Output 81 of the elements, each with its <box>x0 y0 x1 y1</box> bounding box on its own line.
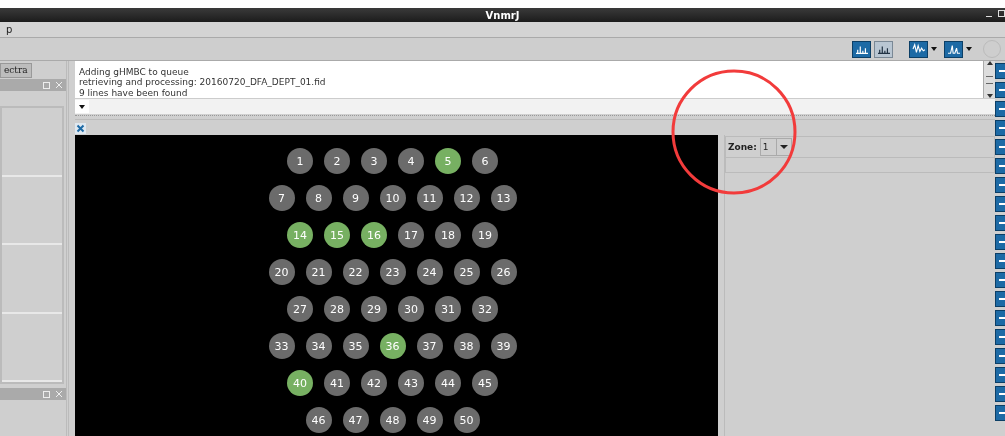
sample-position[interactable]: 3 <box>361 148 387 174</box>
toolbar-icon[interactable] <box>995 215 1005 231</box>
sample-position[interactable]: 45 <box>472 370 498 396</box>
sample-position[interactable]: 11 <box>416 185 443 211</box>
sample-position[interactable]: 7 <box>268 185 295 211</box>
sample-position[interactable]: 24 <box>416 259 443 285</box>
toolbar-icon[interactable] <box>995 234 1005 250</box>
sample-position[interactable]: 27 <box>287 296 313 322</box>
sample-position[interactable]: 23 <box>379 259 406 285</box>
sample-position[interactable]: 8 <box>305 185 332 211</box>
dropdown-icon[interactable] <box>75 100 89 113</box>
command-input-field[interactable] <box>75 98 995 114</box>
sample-position[interactable]: 12 <box>453 185 480 211</box>
sample-position[interactable]: 13 <box>490 185 517 211</box>
sample-position[interactable]: 18 <box>435 222 461 248</box>
sample-position[interactable]: 4 <box>398 148 424 174</box>
sample-position[interactable]: 26 <box>490 259 517 285</box>
sample-position[interactable]: 22 <box>342 259 369 285</box>
console-line: retrieving and processing: 20160720_DFA_DEPT_01.fid <box>79 77 327 88</box>
toolbar-icon[interactable] <box>995 63 1005 79</box>
sample-position[interactable]: 43 <box>398 370 424 396</box>
sample-position[interactable]: 25 <box>453 259 480 285</box>
spectrum-peaks-icon[interactable] <box>944 40 963 58</box>
sample-position[interactable]: 21 <box>305 259 332 285</box>
toolbar-icon[interactable] <box>995 177 1005 193</box>
toolbar-icon[interactable] <box>995 272 1005 288</box>
sample-position[interactable]: 32 <box>472 296 498 322</box>
toolbar-icon[interactable] <box>995 196 1005 212</box>
sample-position[interactable]: 33 <box>268 333 295 359</box>
sample-position[interactable]: 10 <box>379 185 406 211</box>
sample-position[interactable]: 50 <box>453 407 480 433</box>
toolbar-icon[interactable] <box>995 310 1005 326</box>
console-line: Adding gHMBC to queue <box>79 66 190 77</box>
sample-position[interactable]: 49 <box>416 407 443 433</box>
sample-position[interactable]: 44 <box>435 370 461 396</box>
window-title: VnmrJ <box>485 9 520 21</box>
toolbar-icon[interactable] <box>995 139 1005 155</box>
sample-position[interactable]: 2 <box>324 148 350 174</box>
toolbar-icon[interactable] <box>995 329 1005 345</box>
toolbar-icon[interactable] <box>995 405 1005 421</box>
toolbar-icon[interactable] <box>995 82 1005 98</box>
toolbar-icon[interactable] <box>995 253 1005 269</box>
menu-item[interactable]: p <box>6 24 13 35</box>
sample-position[interactable]: 30 <box>398 296 424 322</box>
sample-position[interactable]: 41 <box>324 370 350 396</box>
sample-position[interactable]: 6 <box>472 148 498 174</box>
zone-label: Zone: <box>728 142 757 152</box>
sample-position[interactable]: 34 <box>305 333 332 359</box>
waveform-icon[interactable] <box>909 40 928 58</box>
sample-position[interactable]: 1 <box>287 148 313 174</box>
sample-position[interactable]: 39 <box>490 333 517 359</box>
maximize-icon[interactable] <box>998 10 1005 17</box>
toolbar-icon[interactable] <box>995 120 1005 136</box>
caret-icon[interactable] <box>931 47 937 51</box>
toolbar-icon[interactable] <box>995 291 1005 307</box>
sample-position[interactable]: 17 <box>398 222 424 248</box>
sample-position[interactable]: 46 <box>305 407 332 433</box>
toolbar-icon[interactable] <box>995 367 1005 383</box>
spectrum-view-icon[interactable] <box>874 40 893 58</box>
caret-icon[interactable] <box>966 47 972 51</box>
panel-tab[interactable]: ectra <box>0 63 32 78</box>
toolbar-icon[interactable] <box>995 348 1005 364</box>
close-icon[interactable] <box>75 122 86 134</box>
sample-position[interactable]: 29 <box>361 296 387 322</box>
sample-position[interactable]: 28 <box>324 296 350 322</box>
sample-position[interactable]: 48 <box>379 407 406 433</box>
sample-position[interactable]: 35 <box>342 333 369 359</box>
toolbar-icon[interactable] <box>995 101 1005 117</box>
sample-position[interactable]: 20 <box>268 259 295 285</box>
zone-dropdown[interactable]: 1 <box>759 138 792 156</box>
sample-position[interactable]: 42 <box>361 370 387 396</box>
sample-position[interactable]: 47 <box>342 407 369 433</box>
toolbar-icon[interactable] <box>995 386 1005 402</box>
sample-position[interactable]: 19 <box>472 222 498 248</box>
toolbar-icon[interactable] <box>995 158 1005 174</box>
spectrum-view-icon[interactable] <box>852 40 871 58</box>
sample-position[interactable]: 9 <box>342 185 369 211</box>
sample-position[interactable]: 38 <box>453 333 480 359</box>
console-line: 9 lines have been found <box>79 87 189 98</box>
sample-position[interactable]: 37 <box>416 333 443 359</box>
sample-position[interactable]: 31 <box>435 296 461 322</box>
